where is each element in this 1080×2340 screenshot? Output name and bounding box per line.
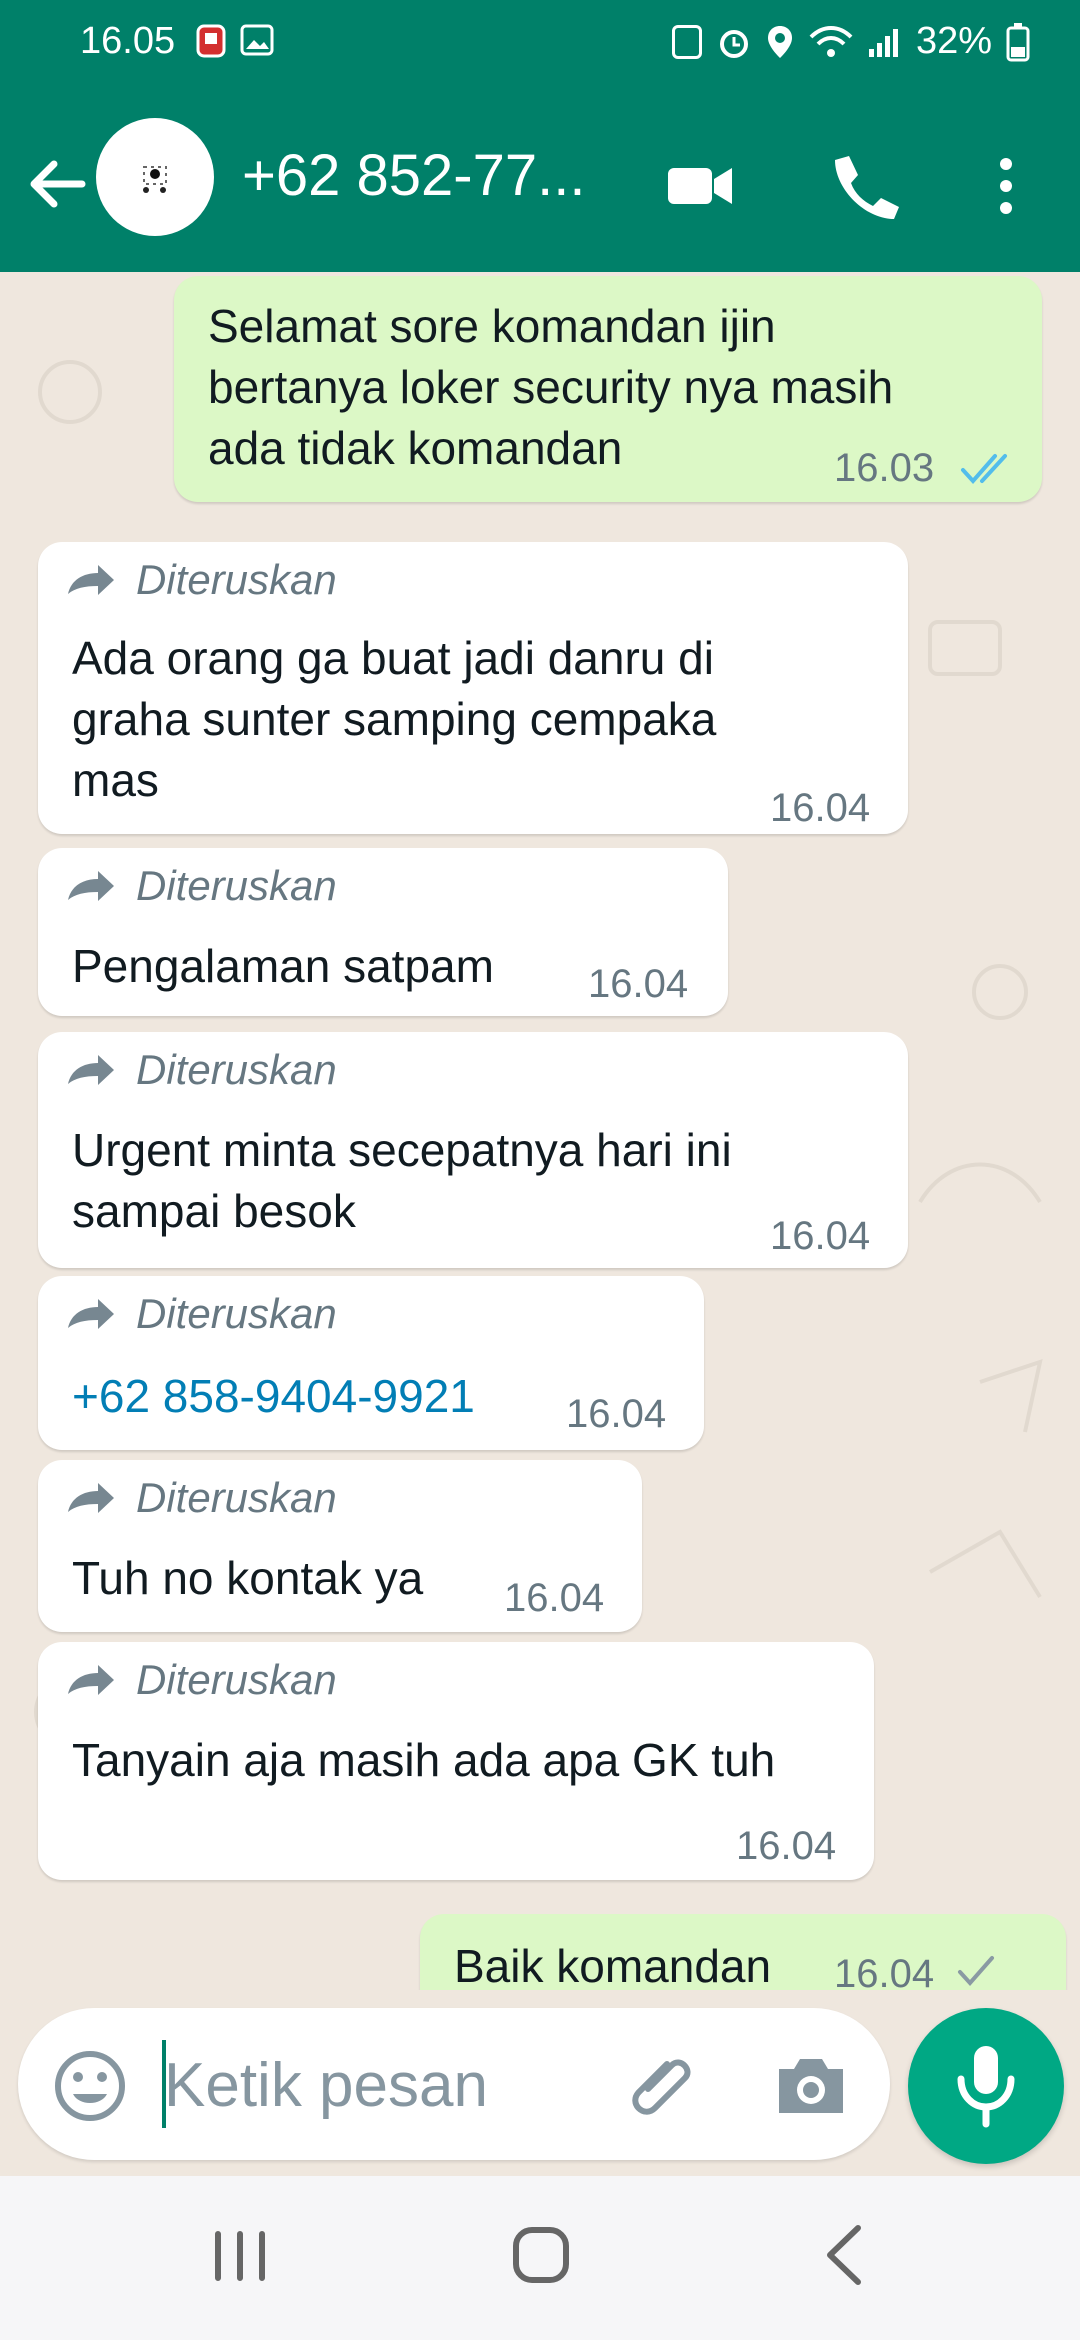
message-text: Urgent minta secepatnya hari ini sampai … [72,1120,732,1242]
message-time: 16.04 [504,1576,605,1620]
notification-app-icon [196,24,226,58]
battery-icon [1006,22,1030,61]
message-text: Tanyain aja masih ada apa GK tuh [72,1734,776,1786]
message-incoming[interactable]: Diteruskan Tanyain aja masih ada apa GK … [38,1642,874,1880]
signal-icon [868,28,898,57]
forward-icon [68,565,114,595]
avatar-icon [143,166,167,193]
message-line-1: Selamat sore komandan ijin [208,300,776,352]
message-incoming[interactable]: Diteruskan Ada orang ga buat jadi danru … [38,542,908,834]
emoji-icon[interactable] [52,2048,128,2124]
message-time: 16.04 [588,962,689,1006]
back-arrow-icon[interactable] [24,152,88,216]
message-outgoing[interactable]: Selamat sore komandan ijin bertanya loke… [174,276,1042,502]
top-bar: 16.05 32% +62 852-77... [0,0,1080,272]
message-time: 16.04 [566,1392,667,1436]
forwarded-label: Diteruskan [64,556,337,603]
forwarded-text: Diteruskan [136,862,337,909]
message-input[interactable] [162,2034,546,2136]
recent-apps-icon[interactable] [210,2228,270,2284]
attach-icon[interactable] [624,2046,704,2126]
message-composer [18,2008,890,2160]
message-text: Baik komandan [454,1940,772,1990]
message-incoming[interactable]: Diteruskan Pengalaman satpam 16.04 [38,848,728,1016]
message-time: 16.04 [770,1214,871,1258]
forwarded-label: Diteruskan [64,1046,337,1093]
message-line-3: mas [72,754,159,806]
alarm-icon [719,29,748,58]
message-line-2: sampai besok [72,1185,356,1237]
forward-icon [68,1483,114,1513]
battery-saver-icon [671,24,702,59]
forwarded-label: Diteruskan [64,862,337,909]
location-icon [767,25,792,58]
message-text: Ada orang ga buat jadi danru di graha su… [72,628,716,811]
forwarded-text: Diteruskan [136,1474,337,1521]
message-line-2: bertanya loker security nya masih [208,361,894,413]
voice-call-icon[interactable] [828,150,900,222]
status-bar: 16.05 32% [0,0,1080,84]
forwarded-text: Diteruskan [136,1290,337,1337]
double-check-icon [961,454,1007,484]
message-text: Tuh no kontak ya [72,1552,424,1604]
chat-area[interactable]: Selamat sore komandan ijin bertanya loke… [0,272,1080,1990]
forwarded-label: Diteruskan [64,1290,337,1337]
home-icon[interactable] [510,2224,572,2286]
message-incoming[interactable]: Diteruskan Urgent minta secepatnya hari … [38,1032,908,1268]
forwarded-label: Diteruskan [64,1656,337,1703]
status-notifications [196,24,274,58]
wifi-icon [809,25,853,57]
forwarded-text: Diteruskan [136,1656,337,1703]
forward-icon [68,1665,114,1695]
message-text: Pengalaman satpam [72,940,494,992]
forwarded-label: Diteruskan [64,1474,337,1521]
message-line-1: Ada orang ga buat jadi danru di [72,632,714,684]
battery-percentage: 32% [915,20,992,62]
message-time: 16.04 [834,1952,935,1990]
nav-back-icon[interactable] [822,2222,864,2288]
message-time: 16.04 [736,1824,837,1868]
message-time: 16.03 [834,446,935,490]
single-check-icon [958,1956,994,1986]
message-line-1: Urgent minta secepatnya hari ini [72,1124,732,1176]
forwarded-text: Diteruskan [136,556,337,603]
message-line-2: graha sunter samping cempaka [72,693,717,745]
message-line-3: ada tidak komandan [208,422,623,474]
forward-icon [68,1299,114,1329]
video-call-icon[interactable] [664,150,736,222]
system-navigation-bar [0,2176,1080,2340]
forwarded-text: Diteruskan [136,1046,337,1093]
contact-name[interactable]: +62 852-77... [242,142,585,209]
forward-icon [68,871,114,901]
message-incoming[interactable]: Diteruskan +62 858-9404-9921 16.04 [38,1276,704,1450]
voice-message-button[interactable] [908,2008,1064,2164]
microphone-icon [957,2046,1015,2128]
more-options-icon[interactable] [970,150,1042,222]
contact-avatar[interactable] [96,118,214,236]
status-right: 32% [671,20,1030,63]
message-time: 16.04 [770,786,871,830]
message-outgoing[interactable]: Baik komandan 16.04 [420,1914,1066,1990]
camera-icon[interactable] [770,2046,852,2126]
status-time: 16.05 [80,20,176,62]
chat-header: +62 852-77... [0,112,1080,248]
message-incoming[interactable]: Diteruskan Tuh no kontak ya 16.04 [38,1460,642,1632]
gallery-icon [240,24,274,56]
message-text: Selamat sore komandan ijin bertanya loke… [208,296,893,479]
phone-number-link[interactable]: +62 858-9404-9921 [72,1366,475,1427]
forward-icon [68,1055,114,1085]
